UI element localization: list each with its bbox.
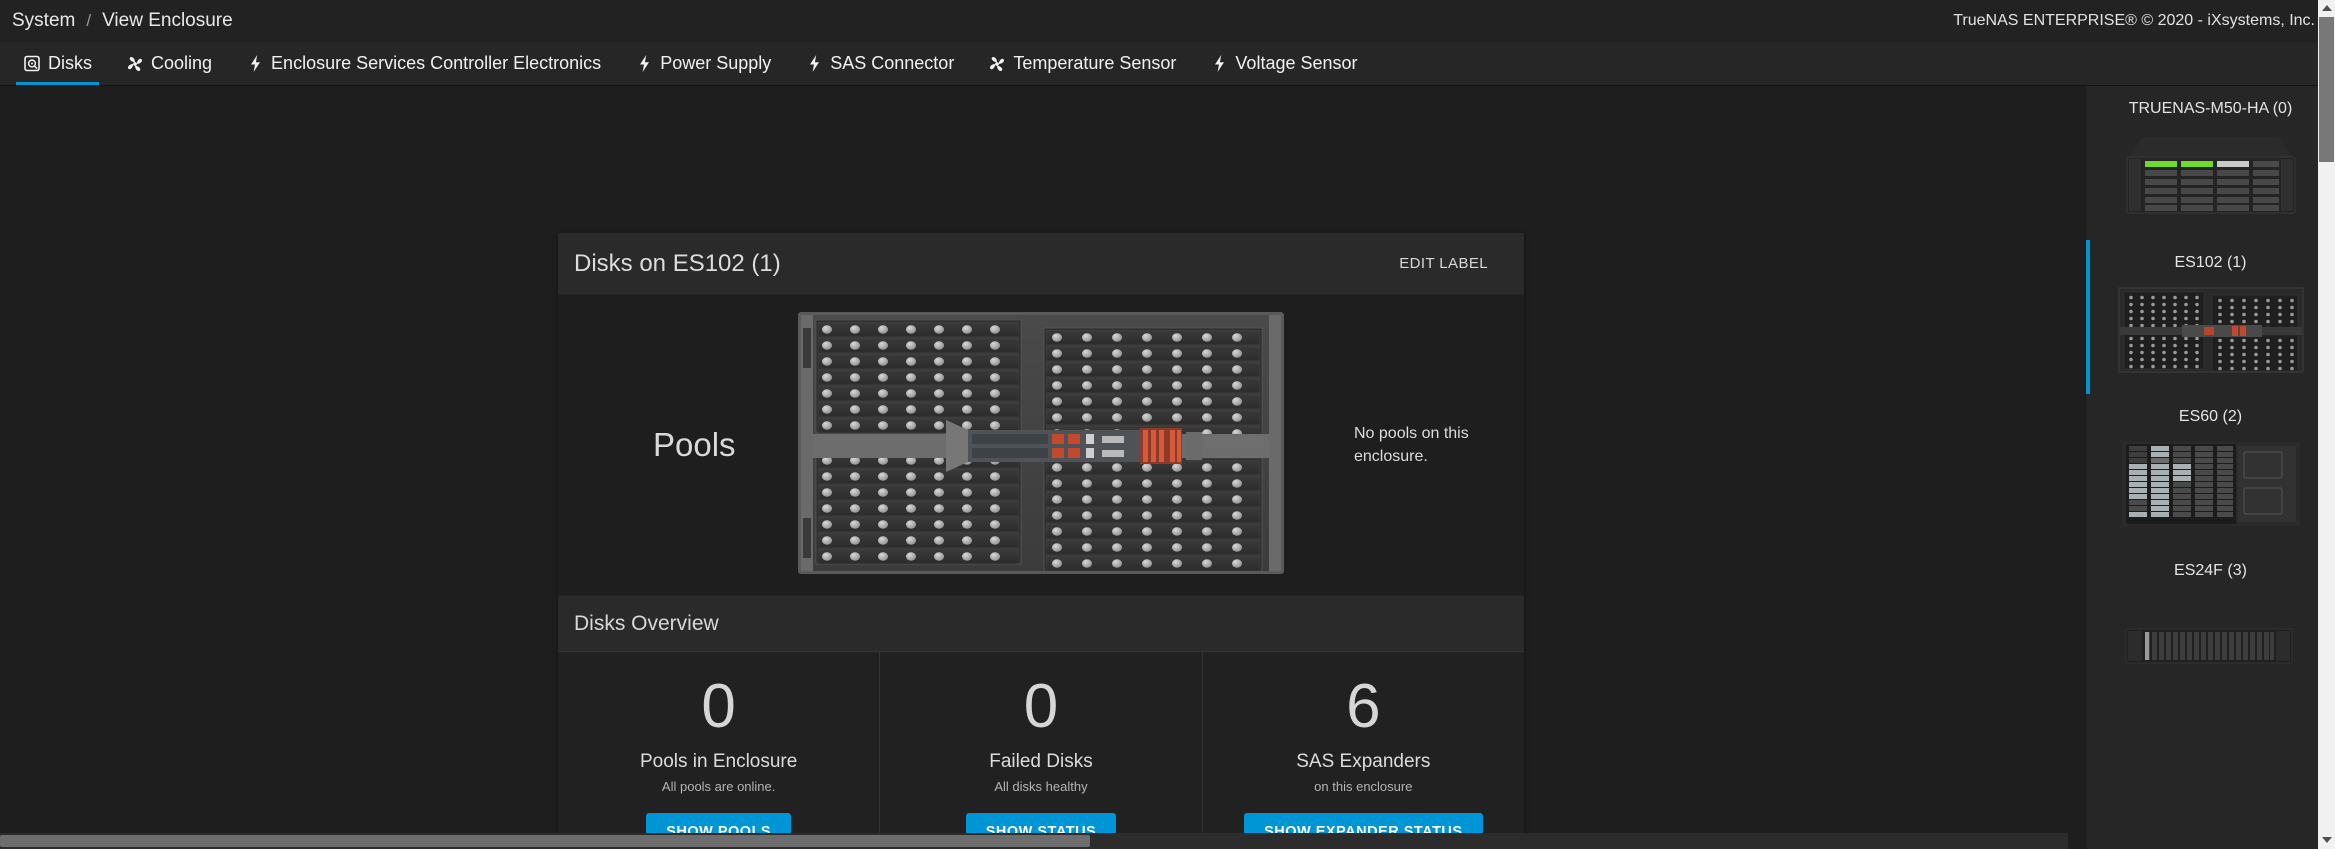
tab-temperature-sensor[interactable]: Temperature Sensor [971, 42, 1193, 85]
tab-label-esce: Enclosure Services Controller Electronic… [271, 53, 602, 73]
enclosure-selector-sidebar: TRUENAS-M50-HA (0) ES102 (1) ES60 (2) ES… [2085, 86, 2335, 849]
stat-sublabel-sas-expanders: on this enclosure [1314, 779, 1413, 795]
enclosure-tab-bar: Disks Cooling Enclosure Services Control… [0, 42, 2335, 86]
scroll-down-button[interactable] [2318, 832, 2335, 849]
tab-label-power-supply: Power Supply [660, 53, 772, 73]
tab-label-cooling: Cooling [151, 53, 213, 73]
disk-icon [23, 54, 41, 74]
sidebar-item-es60[interactable]: ES60 (2) [2086, 394, 2335, 548]
fan-icon [126, 54, 144, 74]
disks-overview-stats: 0 Pools in Enclosure All pools are onlin… [558, 651, 1524, 849]
bolt-icon [246, 54, 264, 74]
enclosure-name-es24f: ES24F (3) [2174, 562, 2247, 579]
breadcrumb-current: View Enclosure [102, 10, 233, 31]
edit-label-button[interactable]: EDIT LABEL [1395, 249, 1492, 278]
fan-icon [988, 54, 1006, 74]
tab-voltage-sensor[interactable]: Voltage Sensor [1193, 42, 1374, 85]
breadcrumb-system[interactable]: System [12, 10, 75, 32]
stat-sublabel-pools: All pools are online. [661, 779, 776, 795]
horizontal-scrollbar-thumb[interactable] [0, 835, 1090, 847]
enclosure-name-es102: ES102 (1) [2174, 254, 2247, 271]
stat-sas-expanders: 6 SAS Expanders on this enclosure SHOW E… [1203, 652, 1524, 849]
stat-pools-in-enclosure: 0 Pools in Enclosure All pools are onlin… [558, 652, 881, 849]
vertical-scrollbar-thumb[interactable] [2319, 17, 2334, 162]
enclosure-thumbnail-es60[interactable] [2094, 436, 2327, 532]
copyright-text: TrueNAS ENTERPRISE® © 2020 - iXsystems, … [1953, 12, 2315, 29]
enclosure-name-m50: TRUENAS-M50-HA (0) [2128, 100, 2293, 117]
vertical-scrollbar[interactable] [2318, 0, 2335, 849]
enclosure-thumbnail-es102[interactable] [2094, 282, 2327, 378]
stat-value-failed-disks: 0 [1023, 672, 1059, 741]
stat-value-pools: 0 [701, 672, 736, 741]
bolt-icon [1210, 54, 1228, 74]
page-title: Disks on ES102 (1) [574, 249, 781, 277]
bolt-icon [635, 54, 653, 74]
enclosure-thumbnail-m50[interactable] [2094, 128, 2327, 224]
es102-chassis-graphic[interactable] [796, 308, 1286, 583]
sidebar-item-es102[interactable]: ES102 (1) [2086, 240, 2335, 394]
sidebar-item-truenas-m50-ha[interactable]: TRUENAS-M50-HA (0) [2086, 86, 2335, 240]
top-bar: System / View Enclosure TrueNAS ENTERPRI… [0, 0, 2335, 42]
tab-disks[interactable]: Disks [6, 42, 109, 85]
disks-card: Disks on ES102 (1) EDIT LABEL Pools No p… [558, 233, 1524, 849]
scroll-up-button[interactable] [2318, 0, 2335, 17]
tab-label-temperature-sensor: Temperature Sensor [1013, 53, 1177, 73]
tab-label-sas-connector: SAS Connector [830, 53, 955, 73]
main-content: Disks on ES102 (1) EDIT LABEL Pools No p… [0, 86, 2085, 849]
stat-label-sas-expanders: SAS Expanders [1296, 751, 1431, 773]
bolt-icon [805, 54, 823, 74]
tab-power-supply[interactable]: Power Supply [618, 42, 788, 85]
enclosure-name-es60: ES60 (2) [2178, 408, 2243, 425]
horizontal-scrollbar[interactable] [0, 833, 2068, 849]
chevron-down-icon [2321, 837, 2332, 843]
disks-overview-header: Disks Overview [558, 595, 1524, 651]
tab-label-disks: Disks [48, 53, 92, 73]
stat-value-sas-expanders: 6 [1346, 672, 1381, 741]
breadcrumb: System / View Enclosure [12, 10, 233, 32]
sidebar-item-es24f[interactable]: ES24F (3) [2086, 548, 2335, 702]
breadcrumb-separator: / [86, 11, 92, 30]
disks-card-header: Disks on ES102 (1) EDIT LABEL [558, 233, 1524, 295]
stat-failed-disks: 0 Failed Disks All disks healthy SHOW ST… [880, 652, 1203, 849]
tab-cooling[interactable]: Cooling [109, 42, 229, 85]
enclosure-thumbnail-es24f[interactable] [2094, 590, 2327, 686]
enclosure-visualization: Pools No pools on this enclosure. [558, 295, 1524, 595]
chevron-up-icon [2321, 5, 2332, 11]
tab-enclosure-services-controller-electronics[interactable]: Enclosure Services Controller Electronic… [229, 42, 618, 85]
stat-sublabel-failed-disks: All disks healthy [994, 779, 1088, 795]
tab-label-voltage-sensor: Voltage Sensor [1235, 53, 1358, 73]
stat-label-pools: Pools in Enclosure [639, 751, 798, 773]
stat-label-failed-disks: Failed Disks [989, 751, 1093, 773]
no-pools-message: No pools on this enclosure. [1354, 424, 1469, 465]
tab-sas-connector[interactable]: SAS Connector [788, 42, 971, 85]
page-body: Disks on ES102 (1) EDIT LABEL Pools No p… [0, 0, 2335, 849]
